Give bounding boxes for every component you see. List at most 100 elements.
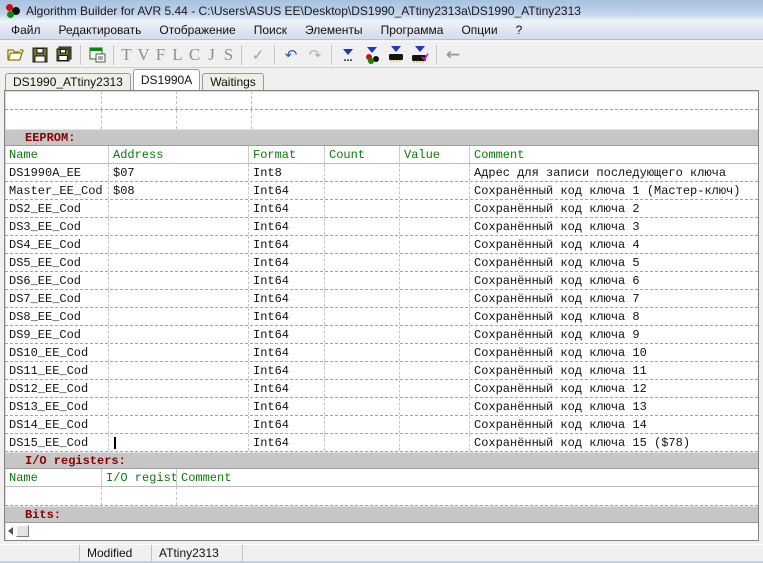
cell-name[interactable]: DS7_EE_Cod [5,290,109,307]
cell-name[interactable]: DS2_EE_Cod [5,200,109,217]
table-row[interactable]: DS9_EE_Cod Int64 Сохранённый код ключа 9 [5,326,758,344]
tab-ds1990-attiny2313[interactable]: DS1990_ATtiny2313 [5,73,131,90]
cell-format[interactable]: Int64 [249,398,325,415]
bit-scrollbar-thumb[interactable] [16,525,29,537]
table-row[interactable]: DS6_EE_Cod Int64 Сохранённый код ключа 6 [5,272,758,290]
table-row[interactable]: DS11_EE_Cod Int64 Сохранённый код ключа … [5,362,758,380]
menu-item[interactable]: Отображение [150,21,244,39]
cell-name[interactable]: DS11_EE_Cod [5,362,109,379]
cell-format[interactable]: Int64 [249,344,325,361]
cell-count[interactable] [325,182,400,199]
cell-address[interactable] [109,236,249,253]
cell-address[interactable] [109,416,249,433]
cell-count[interactable] [325,344,400,361]
redo-icon[interactable]: ↷ [303,43,327,67]
cell-address[interactable] [109,362,249,379]
cell-name[interactable]: DS8_EE_Cod [5,308,109,325]
cell-name[interactable]: DS3_EE_Cod [5,218,109,235]
table-row[interactable]: DS8_EE_Cod Int64 Сохранённый код ключа 8 [5,308,758,326]
cell-name[interactable]: DS10_EE_Cod [5,344,109,361]
menu-item[interactable]: Программа [372,21,453,39]
table-row[interactable]: DS3_EE_Cod Int64 Сохранённый код ключа 3 [5,218,758,236]
cell-value[interactable] [400,398,470,415]
cell-format[interactable]: Int64 [249,326,325,343]
cell-value[interactable] [400,290,470,307]
empty-cell[interactable] [5,91,102,109]
template-letter-button[interactable]: T [118,45,135,65]
cell-format[interactable]: Int64 [249,272,325,289]
table-row[interactable]: DS15_EE_Cod Int64 Сохранённый код ключа … [5,434,758,452]
cell-value[interactable] [400,308,470,325]
cell-comment[interactable]: Сохранённый код ключа 3 [470,218,758,235]
io-empty-row[interactable] [5,487,758,506]
cell-address[interactable]: $07 [109,164,249,181]
save-icon[interactable] [28,43,52,67]
cell-count[interactable] [325,308,400,325]
table-row[interactable]: DS10_EE_Cod Int64 Сохранённый код ключа … [5,344,758,362]
cell-comment[interactable]: Сохранённый код ключа 8 [470,308,758,325]
tab-waitings[interactable]: Waitings [202,73,264,90]
menu-item[interactable]: Элементы [296,21,372,39]
cell-format[interactable]: Int64 [249,290,325,307]
check-icon[interactable]: ✓ [246,43,270,67]
copy-window-icon[interactable] [85,43,109,67]
cell-format[interactable]: Int64 [249,434,325,451]
cell-name[interactable]: Master_EE_Cod [5,182,109,199]
cell-count[interactable] [325,416,400,433]
cell-value[interactable] [400,200,470,217]
empty-cell[interactable] [177,487,758,505]
cell-address[interactable] [109,434,249,451]
cell-address[interactable] [109,200,249,217]
cell-count[interactable] [325,362,400,379]
cell-format[interactable]: Int64 [249,362,325,379]
cell-name[interactable]: DS4_EE_Cod [5,236,109,253]
template-letter-button[interactable]: V [135,45,152,65]
cell-comment[interactable]: Сохранённый код ключа 5 [470,254,758,271]
table-row[interactable]: DS13_EE_Cod Int64 Сохранённый код ключа … [5,398,758,416]
cell-count[interactable] [325,326,400,343]
cell-count[interactable] [325,380,400,397]
template-letter-button[interactable]: F [152,45,169,65]
cell-value[interactable] [400,344,470,361]
cell-name[interactable]: DS12_EE_Cod [5,380,109,397]
cell-count[interactable] [325,290,400,307]
template-letter-button[interactable]: L [169,45,186,65]
cell-count[interactable] [325,236,400,253]
menu-item[interactable]: Редактировать [50,21,151,39]
table-row[interactable]: DS4_EE_Cod Int64 Сохранённый код ключа 4 [5,236,758,254]
cell-name[interactable]: DS14_EE_Cod [5,416,109,433]
cell-format[interactable]: Int8 [249,164,325,181]
cell-address[interactable] [109,254,249,271]
cell-comment[interactable]: Сохранённый код ключа 4 [470,236,758,253]
cell-format[interactable]: Int64 [249,416,325,433]
empty-cell[interactable] [252,91,758,109]
cell-name[interactable]: DS13_EE_Cod [5,398,109,415]
open-icon[interactable] [4,43,28,67]
empty-cell[interactable] [177,91,252,109]
cell-comment[interactable]: Сохранённый код ключа 1 (Мастер-ключ) [470,182,758,199]
cell-value[interactable] [400,272,470,289]
cell-value[interactable] [400,254,470,271]
cell-value[interactable] [400,218,470,235]
menu-item[interactable]: Файл [2,21,50,39]
cell-address[interactable] [109,326,249,343]
template-letter-button[interactable]: C [186,45,203,65]
menu-item[interactable]: Поиск [245,21,296,39]
empty-cell[interactable] [5,110,102,129]
cell-format[interactable]: Int64 [249,236,325,253]
back-arrow-icon[interactable]: ← [441,43,465,67]
verify-chip-icon[interactable] [408,43,432,67]
cell-name[interactable]: DS5_EE_Cod [5,254,109,271]
cell-name[interactable]: DS15_EE_Cod [5,434,109,451]
table-row[interactable]: DS5_EE_Cod Int64 Сохранённый код ключа 5 [5,254,758,272]
empty-cell[interactable] [252,110,758,129]
empty-cell[interactable] [177,110,252,129]
cell-count[interactable] [325,272,400,289]
cell-value[interactable] [400,164,470,181]
program-chip-icon[interactable] [384,43,408,67]
table-row[interactable]: DS14_EE_Cod Int64 Сохранённый код ключа … [5,416,758,434]
cell-comment[interactable]: Сохранённый код ключа 9 [470,326,758,343]
cell-value[interactable] [400,326,470,343]
cell-address[interactable] [109,290,249,307]
cell-count[interactable] [325,434,400,451]
